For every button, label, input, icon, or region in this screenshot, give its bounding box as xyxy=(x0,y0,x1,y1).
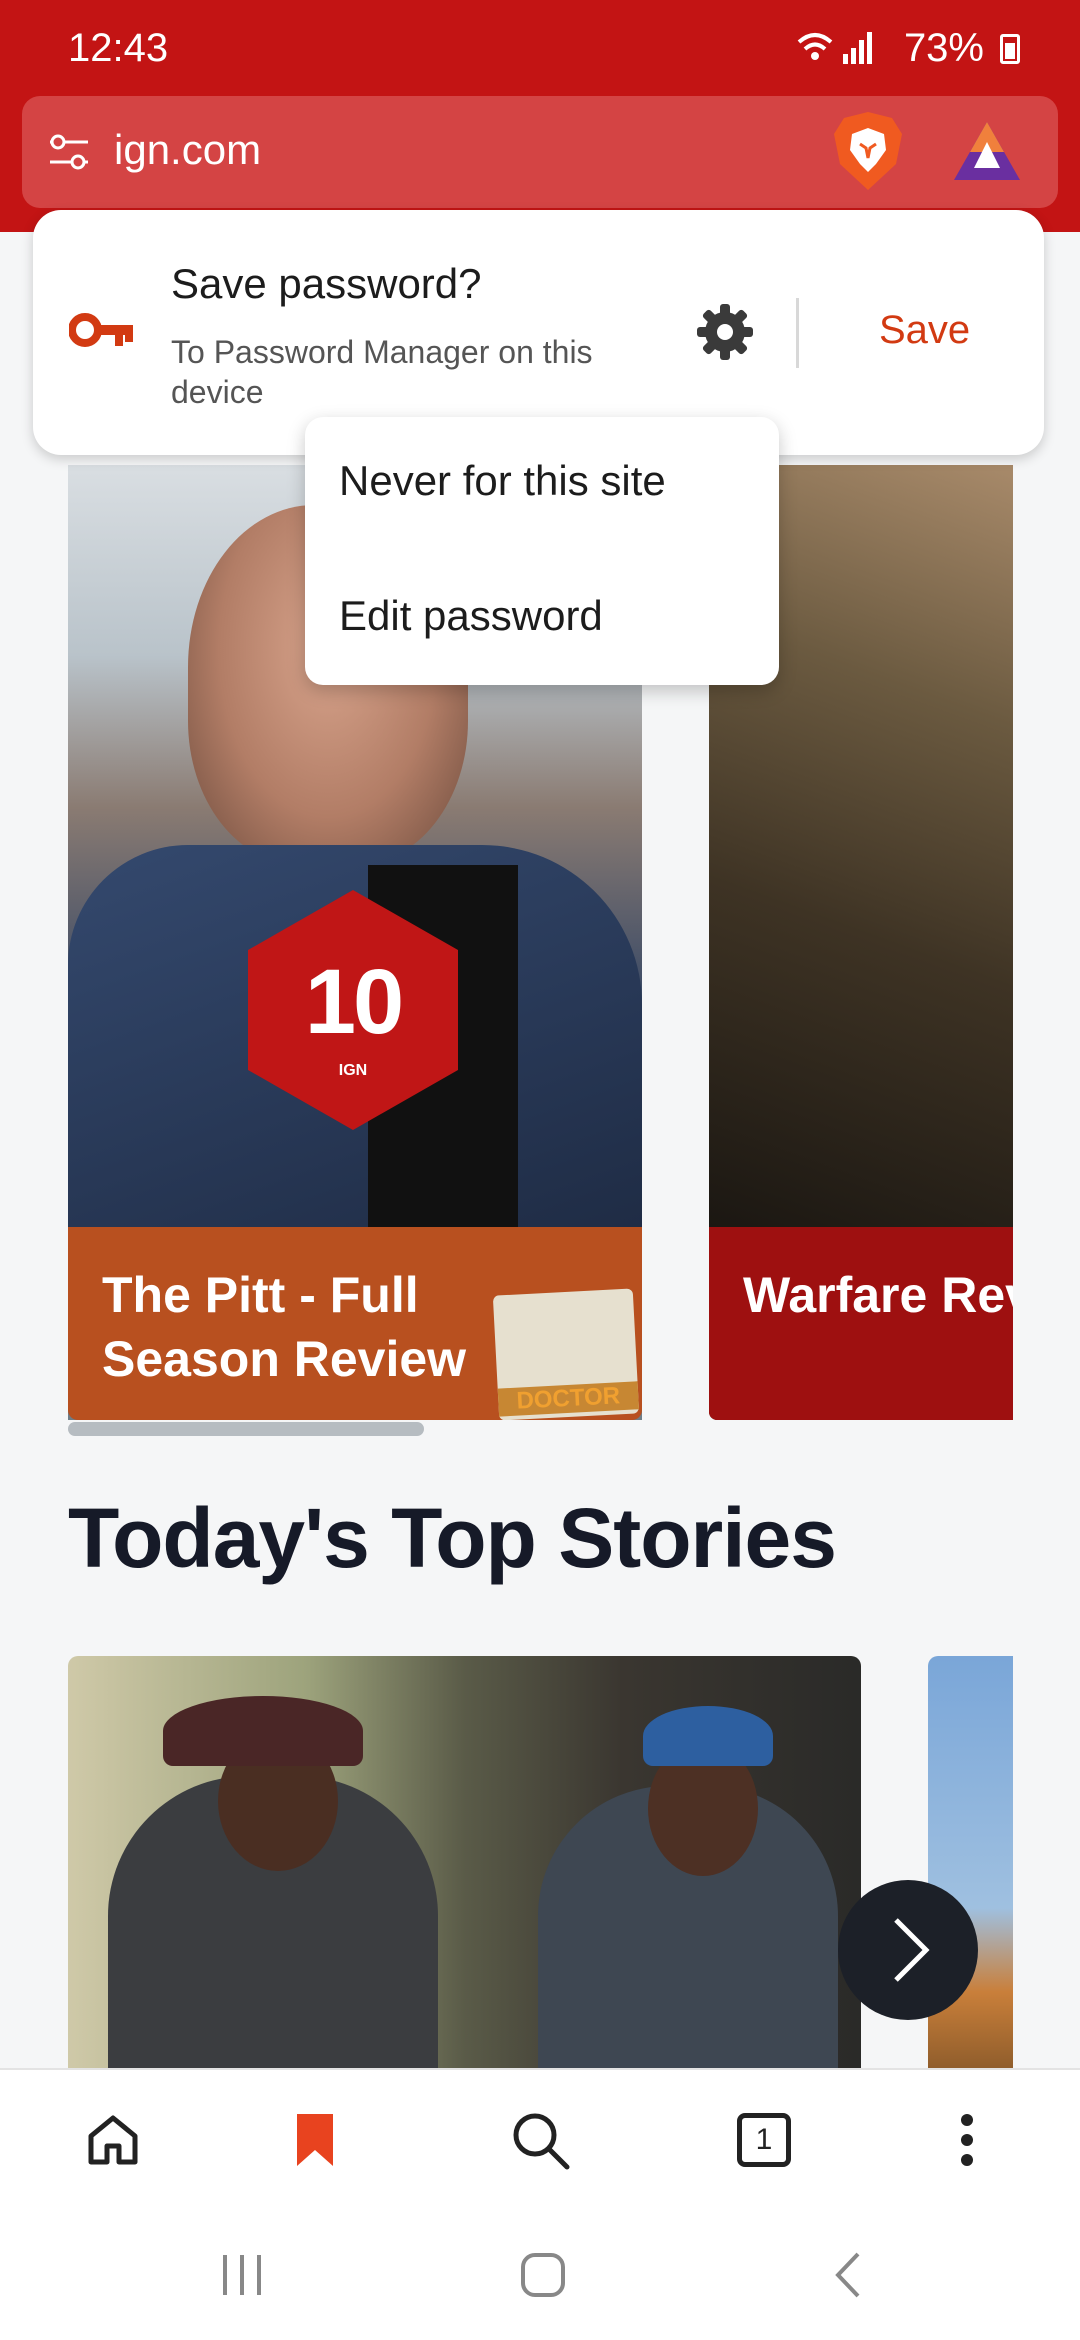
url-bar[interactable]: ign.com xyxy=(22,96,1058,208)
dialog-subtitle: To Password Manager on this device xyxy=(171,334,593,410)
wifi-icon xyxy=(797,32,872,64)
password-options-menu: Never for this site Edit password xyxy=(305,417,779,685)
tabs-button[interactable]: 1 xyxy=(724,2100,804,2180)
brave-shields-icon[interactable] xyxy=(830,110,906,192)
system-navigation-bar xyxy=(0,2210,1080,2340)
back-icon xyxy=(835,2252,860,2298)
search-button[interactable] xyxy=(500,2100,580,2180)
url-text[interactable]: ign.com xyxy=(114,126,261,174)
dialog-title: Save password? xyxy=(171,260,482,307)
system-home-button[interactable] xyxy=(503,2240,583,2310)
home-icon xyxy=(88,2115,138,2165)
review-card-title[interactable]: The Pitt - Full Season Review xyxy=(102,1263,542,1391)
status-time: 12:43 xyxy=(68,26,169,70)
gear-icon[interactable] xyxy=(695,302,755,362)
home-circle-icon xyxy=(521,2253,565,2297)
site-settings-icon[interactable] xyxy=(46,132,92,172)
tab-count: 1 xyxy=(755,2123,773,2156)
more-icon xyxy=(961,2114,973,2166)
system-back-button[interactable] xyxy=(808,2240,888,2310)
dialog-divider xyxy=(796,298,799,368)
recents-button[interactable] xyxy=(202,2240,282,2310)
top-story-card[interactable] xyxy=(68,1656,861,2076)
save-button[interactable]: Save xyxy=(879,308,970,353)
menu-item-edit-password[interactable]: Edit password xyxy=(339,592,603,640)
key-icon xyxy=(69,313,133,347)
battery-percentage: 73% xyxy=(903,26,984,70)
menu-item-never-for-this-site[interactable]: Never for this site xyxy=(339,457,666,505)
brave-rewards-icon[interactable] xyxy=(952,118,1022,184)
browser-bottom-toolbar: 1 xyxy=(0,2068,1080,2210)
bookmark-icon xyxy=(297,2114,333,2166)
review-card-caption: The Pitt - Full Season Review DOCTOR xyxy=(68,1227,642,1420)
carousel-next-button[interactable] xyxy=(838,1880,978,2020)
recents-icon xyxy=(223,2255,261,2295)
ign-logo-small: IGN xyxy=(338,1062,368,1079)
review-card-caption: Warfare Review (Now in Theaters) xyxy=(709,1227,1013,1420)
id-badge-image: DOCTOR xyxy=(492,1288,640,1420)
wifi-signal-icons xyxy=(795,30,875,75)
tabs-icon: 1 xyxy=(737,2113,791,2167)
carousel-scroll-indicator xyxy=(68,1422,424,1436)
badge-label: DOCTOR xyxy=(497,1381,639,1417)
more-menu-button[interactable] xyxy=(927,2100,1007,2180)
review-card-title[interactable]: Warfare Review (Now in Theaters) xyxy=(743,1263,1013,1327)
bookmarks-button[interactable] xyxy=(275,2100,355,2180)
search-icon xyxy=(513,2113,570,2170)
chevron-right-icon xyxy=(894,1918,930,1982)
home-button[interactable] xyxy=(73,2100,153,2180)
review-score: 10 xyxy=(304,951,404,1053)
battery-icon xyxy=(1000,34,1020,64)
section-heading: Today's Top Stories xyxy=(68,1491,837,1585)
browser-top-bar: 12:43 73% ign.com xyxy=(0,0,1080,232)
